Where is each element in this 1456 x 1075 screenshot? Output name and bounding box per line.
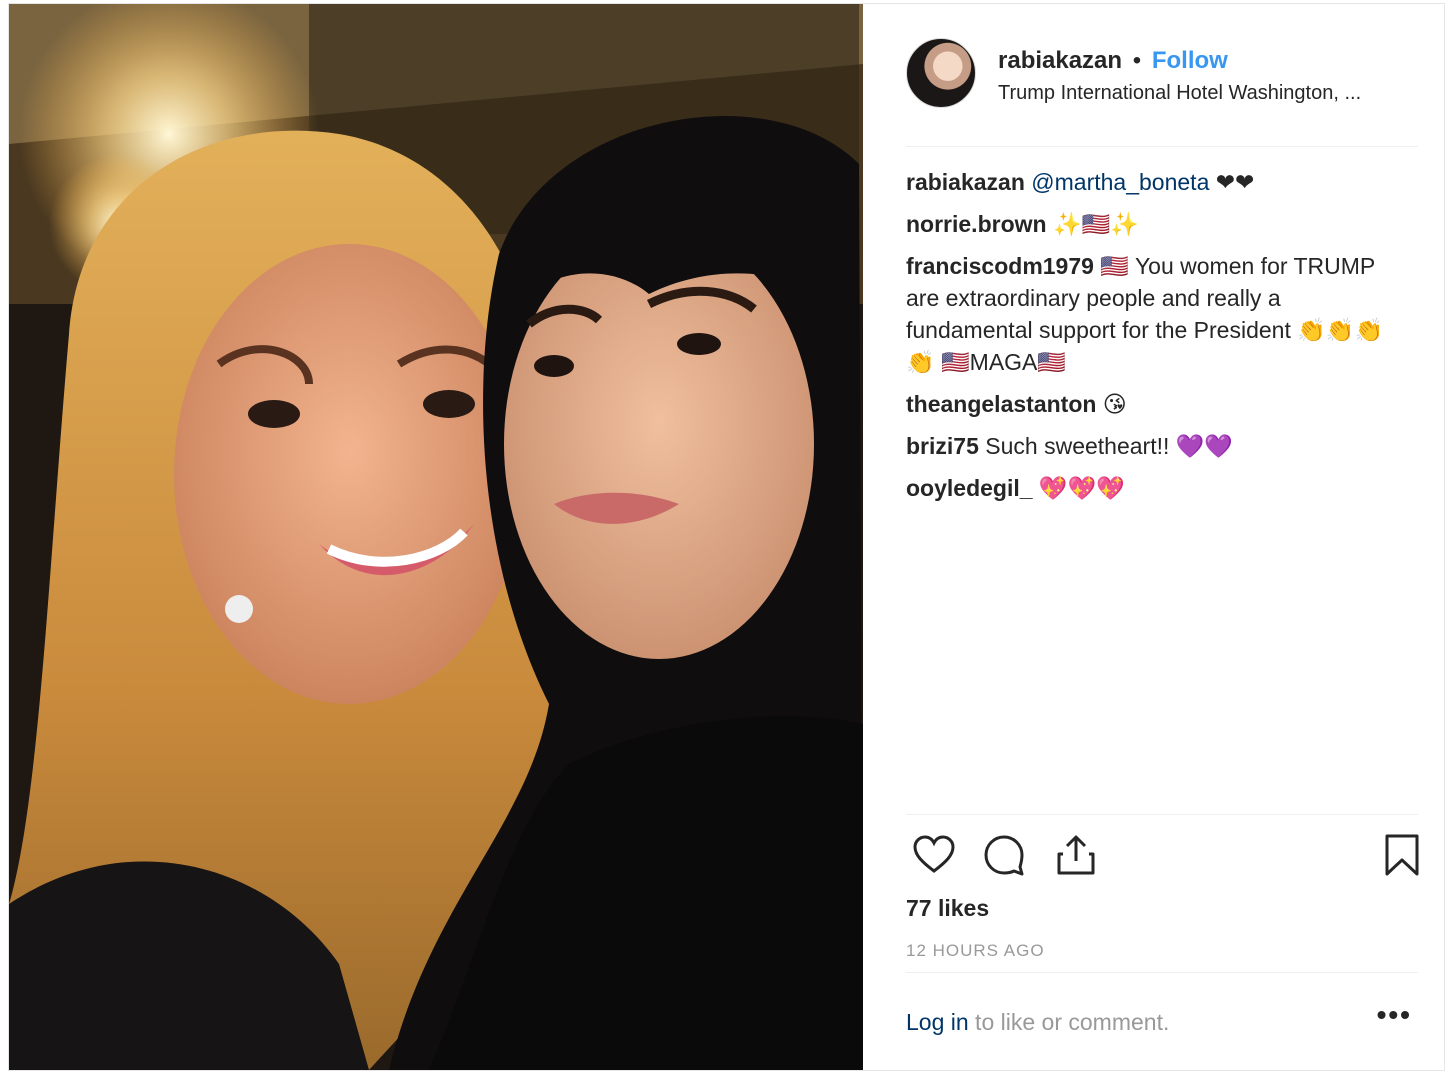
photo-illustration [9,4,863,1070]
separator-dot: • [1132,47,1142,74]
post-timestamp: 12 HOURS AGO [906,941,1045,960]
author-username[interactable]: rabiakazan [998,47,1122,74]
comment-username[interactable]: norrie.brown [906,211,1047,237]
comments-list: rabiakazan @martha_boneta ❤❤ norrie.brow… [906,166,1411,514]
bookmark-icon[interactable] [1380,833,1424,877]
post-side-panel: rabiakazan • Follow Trump International … [906,4,1419,1071]
comment-item: norrie.brown ✨🇺🇸✨ [906,208,1411,240]
login-prompt: Log in to like or comment. ••• [906,972,1418,1071]
comment-item: ooyledegil_ 💖💖💖 [906,472,1411,504]
post-container: rabiakazan • Follow Trump International … [8,3,1445,1071]
location-link[interactable]: Trump International Hotel Washington, ..… [998,82,1418,105]
post-header: rabiakazan • Follow Trump International … [906,34,1418,147]
comment-mention[interactable]: @martha_boneta [1031,169,1209,195]
comment-item: theangelastanton 😘 [906,388,1411,420]
login-suffix: to like or comment. [968,1009,1170,1035]
comment-item: rabiakazan @martha_boneta ❤❤ [906,166,1411,198]
speech-bubble-icon[interactable] [982,833,1026,877]
login-link[interactable]: Log in [906,1009,969,1035]
comment-username[interactable]: franciscodm1979 [906,253,1094,279]
comment-text: 💖💖💖 [1032,475,1125,501]
comment-text: Such sweetheart!! 💜💜 [978,433,1234,459]
comment-username[interactable]: rabiakazan [906,169,1025,195]
follow-button[interactable]: Follow [1152,47,1228,74]
avatar[interactable] [906,38,976,108]
comment-item: franciscodm1979 🇺🇸 You women for TRUMP a… [906,250,1411,378]
more-options-icon[interactable]: ••• [1377,1001,1412,1029]
likes-count[interactable]: 77 likes [906,895,989,922]
share-icon[interactable] [1054,833,1098,877]
comment-text: ❤❤ [1209,169,1255,195]
username-row: rabiakazan • Follow [998,46,1228,76]
post-photo[interactable] [9,4,863,1070]
comment-username[interactable]: ooyledegil_ [906,475,1033,501]
comment-text: 😘 [1096,391,1127,417]
heart-icon[interactable] [912,833,956,877]
comment-item: brizi75 Such sweetheart!! 💜💜 [906,430,1411,462]
comment-username[interactable]: theangelastanton [906,391,1096,417]
login-text: Log in to like or comment. [906,1009,1169,1036]
comment-username[interactable]: brizi75 [906,433,979,459]
comment-text: ✨🇺🇸✨ [1046,211,1139,237]
post-actions: 77 likes 12 HOURS AGO [906,814,1419,975]
